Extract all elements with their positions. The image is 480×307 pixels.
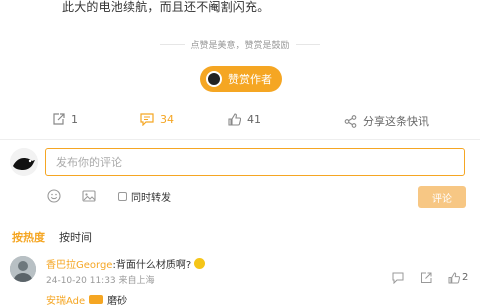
thumbs-up-icon <box>228 113 241 126</box>
author-avatar <box>206 71 222 87</box>
like-count: 41 <box>247 113 261 126</box>
share-nodes-icon <box>344 114 357 128</box>
reward-divider-text: 点赞是美意，赞赏是鼓励 <box>190 41 290 51</box>
comment-meta: 24-10-20 11:33 来自上海 <box>46 276 155 286</box>
divider-line-right <box>295 44 321 45</box>
divider-line-left <box>160 44 185 45</box>
submit-comment-button[interactable]: 评论 <box>418 186 466 208</box>
comment-text: :背面什么材质啊? <box>112 260 192 271</box>
forward-checkbox[interactable]: 同时转发 <box>118 189 171 204</box>
checkbox-box[interactable] <box>118 192 127 201</box>
comment-icon <box>140 113 154 126</box>
comment-input[interactable] <box>45 148 465 176</box>
share-comment-icon[interactable] <box>420 272 432 284</box>
like-stat[interactable]: 41 <box>228 113 261 126</box>
comment-stat[interactable]: 34 <box>140 113 174 126</box>
share-count: 1 <box>71 113 78 126</box>
comment-username[interactable]: 香巴拉George <box>46 256 112 271</box>
reward-author-button[interactable]: 赞赏作者 <box>200 66 282 92</box>
reward-button-label: 赞赏作者 <box>228 73 272 86</box>
comment-actions: 2 <box>392 272 472 286</box>
forward-label: 同时转发 <box>131 193 171 204</box>
comment-tools: 同时转发 <box>0 186 480 208</box>
sort-tabs: 按热度 按时间 <box>12 229 92 245</box>
smile-emoji-icon <box>194 258 206 269</box>
share-stat[interactable]: 1 <box>52 113 78 126</box>
reward-divider: 点赞是美意，赞赏是鼓励 <box>160 38 321 51</box>
comment-like-count: 2 <box>462 272 469 283</box>
tab-sort-hot[interactable]: 按热度 <box>12 229 45 245</box>
reply-icon[interactable] <box>392 272 404 284</box>
comment-count: 34 <box>160 113 174 126</box>
profile-photo-icon <box>10 256 36 282</box>
image-icon[interactable] <box>82 189 96 203</box>
share-icon <box>53 113 65 125</box>
comment-row: 香巴拉George :背面什么材质啊? <box>46 256 206 271</box>
current-user-avatar <box>10 148 38 176</box>
user-silhouette-icon <box>10 148 38 176</box>
commenter-avatar[interactable] <box>10 256 36 282</box>
stats-row: 1 34 41 分享这条快讯 <box>0 113 480 135</box>
section-divider <box>0 139 480 140</box>
emoji-icon[interactable] <box>47 189 61 203</box>
share-article[interactable]: 分享这条快讯 <box>344 113 429 129</box>
share-article-label: 分享这条快讯 <box>363 115 429 128</box>
article-tail-text: 此大的电池续航，而且还不阉割闪充。 <box>62 0 270 14</box>
tab-sort-time[interactable]: 按时间 <box>59 229 92 245</box>
comment-like-icon[interactable] <box>448 272 460 284</box>
